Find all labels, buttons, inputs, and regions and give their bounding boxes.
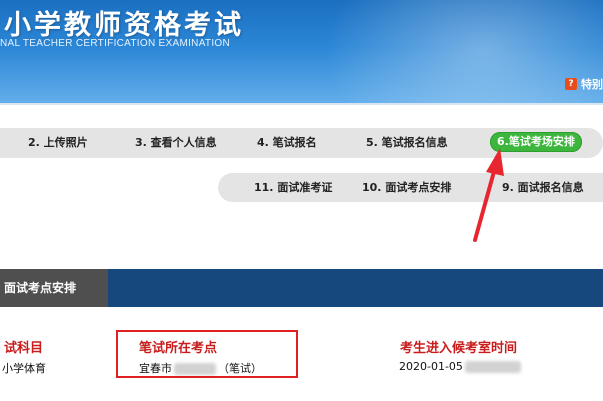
- entry-time-heading: 考生进入候考室时间: [400, 341, 518, 356]
- entry-date: 2020-01-05: [399, 360, 463, 373]
- subject-heading: 试科目: [4, 341, 44, 356]
- entry-time-value: 2020-01-05: [399, 360, 523, 373]
- redacted-time: [464, 361, 521, 373]
- venue-highlight-box: [116, 330, 298, 378]
- subject-value: 小学体育: [2, 362, 46, 375]
- section-tab-interview-venue[interactable]: 面试考点安排: [0, 269, 108, 307]
